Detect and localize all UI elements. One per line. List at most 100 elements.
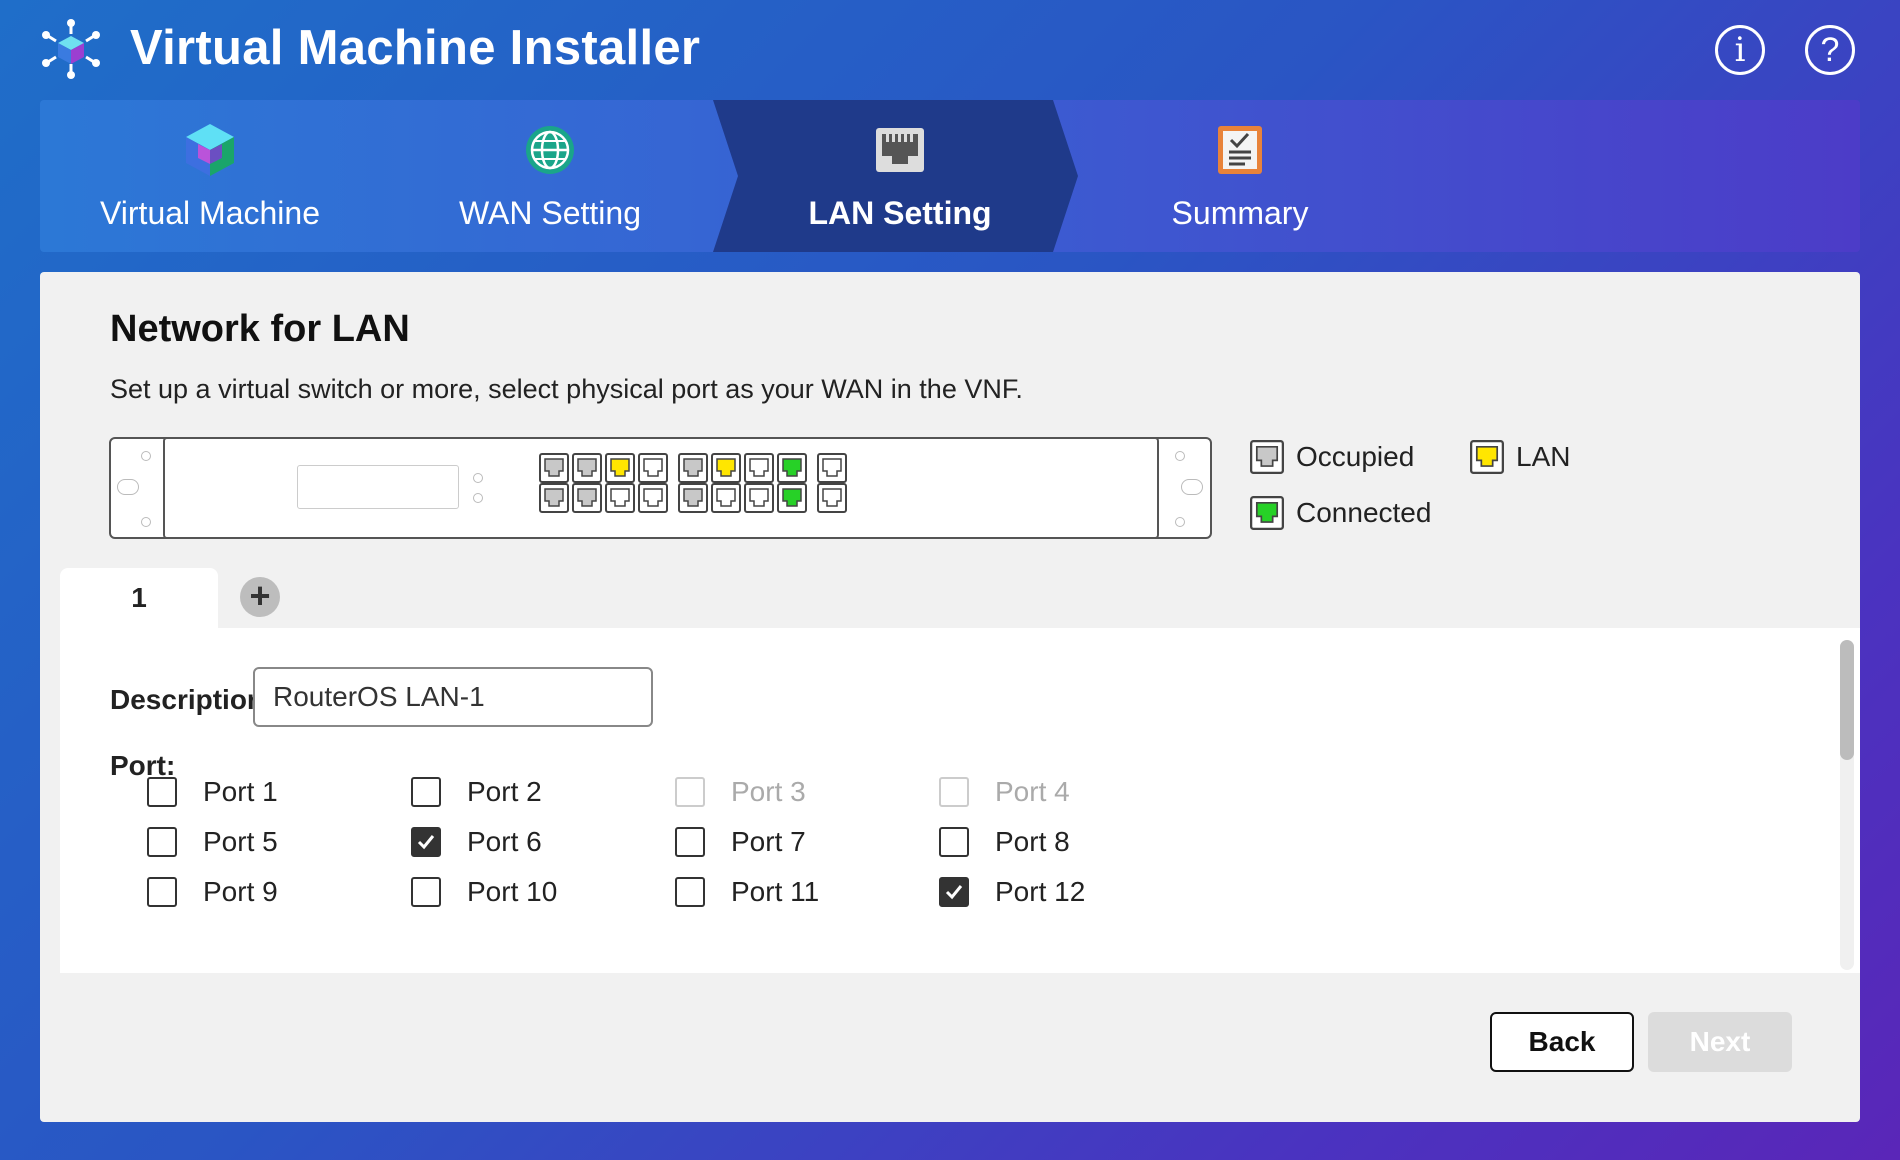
port-checkbox-label: Port 2 [467,776,542,807]
lan-form: Description: Port: Port 1Port 2Port 3Por… [60,628,1860,973]
ethernet-port-icon [876,128,924,172]
port-connected-icon [1250,496,1284,530]
port-checkbox-label: Port 3 [731,776,806,807]
checkmark-icon [417,835,435,850]
mount-hole [141,517,151,527]
globe-icon [526,126,574,174]
cube-icon [186,124,234,176]
switch-port-empty [711,483,741,513]
indicator-led [473,493,483,503]
switch-port-empty [605,483,635,513]
port-checkbox-label: Port 1 [203,776,278,807]
legend-connected: Connected [1250,496,1431,530]
port-checkbox[interactable] [939,827,969,857]
port-checkbox-row[interactable]: Port 2 [411,776,542,808]
port-checkbox[interactable] [147,877,177,907]
switch-port-empty [638,453,668,483]
port-checkbox-row[interactable]: Port 10 [411,876,557,908]
mount-hole [1175,517,1185,527]
port-checkbox-label: Port 5 [203,826,278,857]
switch-port-occupied [678,483,708,513]
description-label: Description: [110,684,274,715]
app-header: Virtual Machine Installer i ? [0,0,1900,100]
port-checkbox-row[interactable]: Port 11 [675,876,819,908]
mount-hole [1175,451,1185,461]
port-checkbox-label: Port 8 [995,826,1070,857]
port-checkbox[interactable] [411,877,441,907]
port-checkbox-row: Port 4 [939,776,1070,808]
description-input[interactable] [253,667,653,727]
help-icon[interactable]: ? [1805,25,1855,75]
switch-port-connected [777,453,807,483]
switch-diagram [109,437,1212,539]
port-checkbox-label: Port 12 [995,876,1086,907]
switch-port-empty [638,483,668,513]
port-checkbox-row[interactable]: Port 1 [147,776,278,808]
info-icon[interactable]: i [1715,25,1765,75]
switch-display [297,465,459,509]
add-tab-button[interactable]: + [240,577,280,617]
port-checkbox[interactable] [147,777,177,807]
port-checkbox-row[interactable]: Port 12 [939,876,1085,908]
indicator-led [473,473,483,483]
port-checkbox [939,777,969,807]
port-occupied-icon [1250,440,1284,474]
port-checkbox-row[interactable]: Port 5 [147,826,278,858]
back-button[interactable]: Back [1490,1012,1634,1072]
port-checkbox-row[interactable]: Port 7 [675,826,806,858]
port-checkbox-label: Port 6 [467,826,542,857]
app-title: Virtual Machine Installer [130,21,701,75]
step-virtual-machine[interactable]: Virtual Machine [40,100,380,252]
port-checkbox[interactable] [939,877,969,907]
switch-port-lan [711,453,741,483]
page-title: Network for LAN [110,308,410,350]
checklist-icon [1218,126,1262,174]
port-checkbox-label: Port 7 [731,826,806,857]
step-summary[interactable]: Summary [1080,100,1400,252]
page-subtitle: Set up a virtual switch or more, select … [110,374,1023,404]
step-wan-setting[interactable]: WAN Setting [380,100,720,252]
checkmark-icon [945,885,963,900]
switch-port-occupied [678,453,708,483]
port-checkbox-row[interactable]: Port 8 [939,826,1070,858]
port-checkbox[interactable] [411,777,441,807]
port-checkbox[interactable] [675,827,705,857]
port-checkbox-label: Port 10 [467,876,558,907]
step-lan-setting[interactable]: LAN Setting [740,100,1060,252]
switch-port-lan [605,453,635,483]
legend-occupied: Occupied [1250,440,1414,474]
mount-hole [1181,479,1203,495]
step-label-virtual-machine: Virtual Machine [100,195,320,231]
switch-port-empty [817,453,847,483]
legend-lan-label: LAN [1516,441,1571,472]
app-logo-icon [42,19,100,79]
main-panel: Network for LAN Set up a virtual switch … [40,272,1860,1122]
step-label-wan-setting: WAN Setting [459,195,641,231]
switch-port-occupied [572,483,602,513]
step-label-lan-setting: LAN Setting [808,195,992,231]
step-label-summary: Summary [1171,195,1309,231]
port-checkbox[interactable] [411,827,441,857]
port-checkbox-label: Port 11 [731,876,820,907]
legend-occupied-label: Occupied [1296,441,1415,472]
port-checkbox[interactable] [147,827,177,857]
port-checkbox-row: Port 3 [675,776,806,808]
switch-body [163,437,1159,539]
legend-connected-label: Connected [1296,497,1432,528]
form-scrollbar[interactable] [1840,640,1854,970]
next-button[interactable]: Next [1648,1012,1792,1072]
tab-1[interactable]: 1 [60,568,218,628]
switch-port-occupied [572,453,602,483]
scrollbar-thumb[interactable] [1840,640,1854,760]
switch-port-occupied [539,483,569,513]
legend-lan: LAN [1470,440,1570,474]
mount-hole [141,451,151,461]
port-checkbox-label: Port 4 [995,776,1070,807]
port-checkbox-label: Port 9 [203,876,278,907]
port-checkbox[interactable] [675,877,705,907]
switch-port-occupied [539,453,569,483]
switch-port-empty [817,483,847,513]
port-checkbox [675,777,705,807]
port-checkbox-row[interactable]: Port 9 [147,876,278,908]
port-checkbox-row[interactable]: Port 6 [411,826,542,858]
